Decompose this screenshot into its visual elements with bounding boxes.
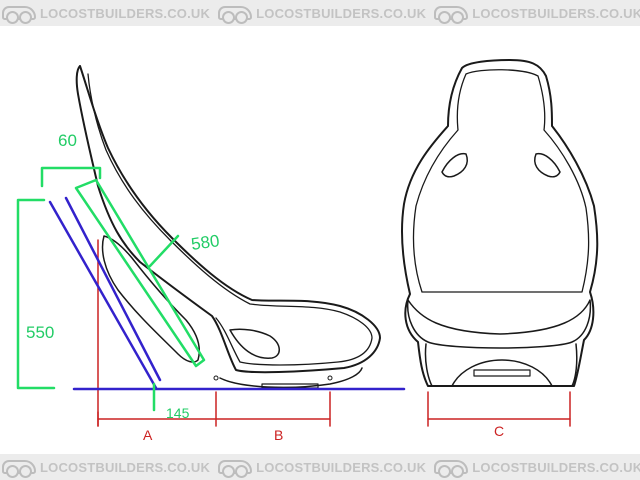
seat-side-thigh-pad xyxy=(229,328,280,359)
seat-front-shoulder-hole-left xyxy=(441,152,468,178)
seat-front-outer-outline xyxy=(401,59,599,387)
watermark-text: LOCOSTBUILDERS.CO.UK xyxy=(40,459,211,475)
dimension-label-c: C xyxy=(494,423,504,439)
seat-front-base-arch xyxy=(451,359,553,387)
watermark-text: LOCOSTBUILDERS.CO.UK xyxy=(40,5,211,21)
watermark-item: LOCOSTBUILDERS.CO.UK xyxy=(0,5,211,24)
watermark-item: LOCOSTBUILDERS.CO.UK xyxy=(216,5,427,24)
watermark-item: LOCOSTBUILDERS.CO.UK xyxy=(216,459,427,478)
watermark-text: LOCOSTBUILDERS.CO.UK xyxy=(256,459,427,475)
car-logo-icon xyxy=(218,460,253,478)
seat-front-base-slot xyxy=(473,369,531,377)
seat-front-cushion xyxy=(406,299,592,349)
dimension-label-a: A xyxy=(143,427,153,443)
watermark-item: LOCOSTBUILDERS.CO.UK xyxy=(432,5,640,24)
seat-mount-bolt xyxy=(213,375,219,381)
car-logo-icon xyxy=(218,6,253,24)
seat-diagram: A B C 60 580 550 145 xyxy=(16,59,599,443)
dimension-label-b: B xyxy=(274,427,283,443)
watermark-item: LOCOSTBUILDERS.CO.UK xyxy=(0,459,211,478)
green-top-width-bracket xyxy=(40,166,102,188)
watermark-band-bottom: LOCOSTBUILDERS.CO.UK LOCOSTBUILDERS.CO.U… xyxy=(0,454,640,480)
watermark-text: LOCOSTBUILDERS.CO.UK xyxy=(256,5,427,21)
dimension-label-back-length: 580 xyxy=(190,231,221,254)
watermark-band-top: LOCOSTBUILDERS.CO.UK LOCOSTBUILDERS.CO.U… xyxy=(0,0,640,26)
green-diagonal-back-line xyxy=(74,178,206,368)
watermark-text: LOCOSTBUILDERS.CO.UK xyxy=(472,459,640,475)
car-logo-icon xyxy=(434,6,469,24)
car-logo-icon xyxy=(434,460,469,478)
seat-front-shoulder-hole-right xyxy=(534,152,561,178)
dimension-label-top-width: 60 xyxy=(58,131,77,150)
watermark-text: LOCOSTBUILDERS.CO.UK xyxy=(472,5,640,21)
dimension-label-back-height: 550 xyxy=(26,323,54,342)
car-logo-icon xyxy=(2,6,36,24)
seat-front-inner-outline xyxy=(412,69,590,293)
watermark-item: LOCOSTBUILDERS.CO.UK xyxy=(432,459,640,478)
green-580-leader xyxy=(148,234,180,268)
dimension-label-base-offset: 145 xyxy=(166,405,190,421)
green-height-bracket xyxy=(16,198,56,390)
red-dimension-lines xyxy=(97,239,571,427)
car-logo-icon xyxy=(2,460,36,478)
seat-mount-bolt xyxy=(327,375,333,381)
seat-front-base xyxy=(424,343,578,387)
